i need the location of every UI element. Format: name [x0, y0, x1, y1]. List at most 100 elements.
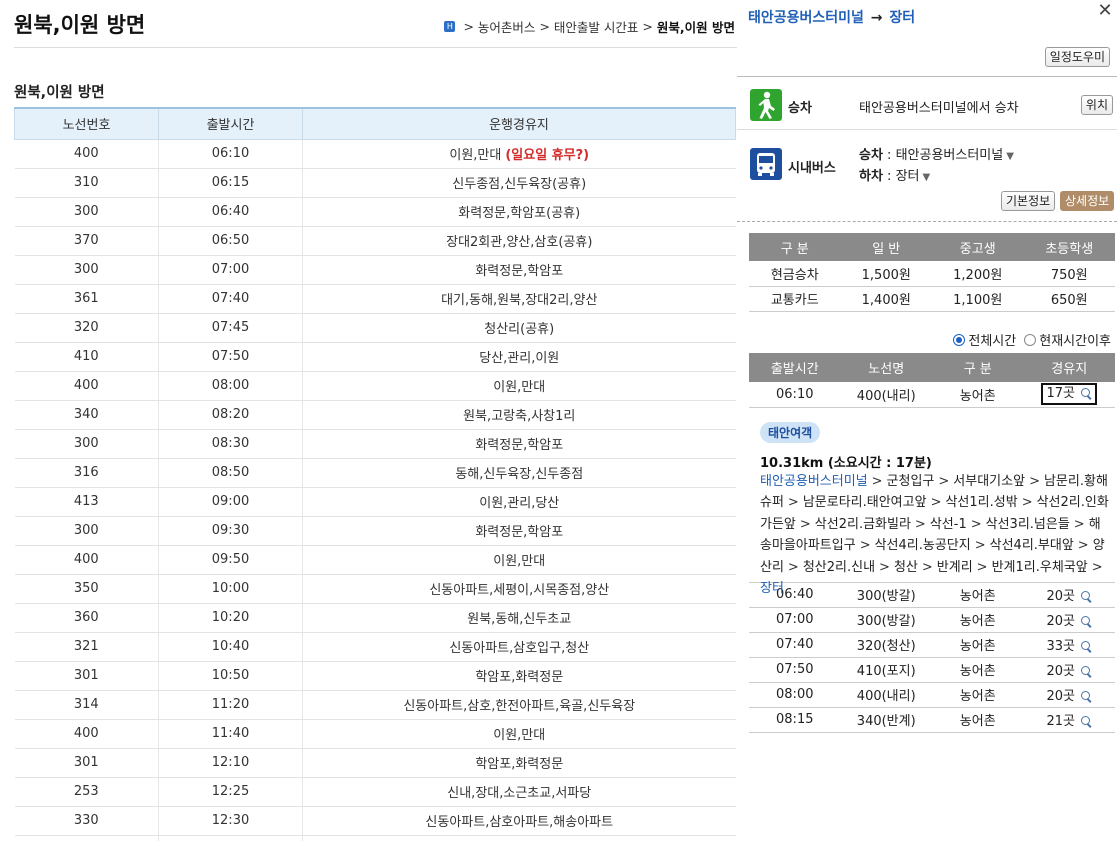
route-number: 301: [14, 748, 159, 778]
departure-time: 08:00: [749, 682, 841, 708]
via-stops: [302, 835, 736, 841]
magnifier-icon[interactable]: [1081, 716, 1092, 727]
column-header: 구 분: [749, 233, 841, 261]
route-number: 370: [14, 226, 159, 256]
breadcrumb-item[interactable]: 농어촌버스: [478, 17, 536, 36]
fare-table: 구 분 일 반 중고생 초등학생 현금승차 1,500원 1,200원 750원…: [749, 233, 1115, 312]
fare-cell: 1,100원: [932, 286, 1024, 312]
departure-row[interactable]: 08:00 400(내리) 농어촌 20곳: [749, 682, 1115, 708]
table-row: 321 10:40 신동아파트,삼호입구,청산: [14, 632, 736, 662]
location-button[interactable]: 위치: [1080, 95, 1113, 115]
magnifier-icon[interactable]: [1081, 591, 1092, 602]
magnifier-icon[interactable]: [1081, 388, 1092, 399]
via-text: 당산,관리,이원: [479, 351, 560, 366]
route-number: 413: [14, 487, 159, 517]
departure-time: 11:40: [158, 719, 303, 749]
dropdown-triangle-icon[interactable]: ▼: [923, 172, 931, 183]
fare-row: 현금승차 1,500원 1,200원 750원: [749, 261, 1115, 287]
table-row: 314 11:20 신동아파트,삼호,한전아파트,육골,신두육장: [14, 690, 736, 720]
magnifier-icon[interactable]: [1081, 691, 1092, 702]
departure-time: 08:20: [158, 400, 303, 430]
operator-badge: 태안여객: [760, 421, 821, 443]
stops-toggle[interactable]: 17곳: [1041, 383, 1097, 406]
route-number: 310: [14, 168, 159, 198]
via-stops: 화력정문,학암포(공휴): [302, 197, 736, 227]
via-stops: 원북,고랑축,사창1리: [302, 400, 736, 430]
board-stop-select[interactable]: 태안공용버스터미널: [896, 148, 1004, 163]
detail-info-button[interactable]: 상세정보: [1060, 191, 1115, 211]
departure-row[interactable]: 07:50 410(포지) 농어촌 20곳: [749, 657, 1115, 683]
table-header-row: 노선번호 출발시간 운행경유지: [14, 107, 736, 140]
departure-row[interactable]: 07:40 320(청산) 농어촌 33곳: [749, 632, 1115, 658]
home-icon[interactable]: H: [444, 21, 456, 32]
path-stop: 청산2리.신내: [802, 559, 876, 575]
schedule-table: 노선번호 출발시간 운행경유지 400 06:10 이원,만대 (일요일 휴무?) 31…: [14, 107, 736, 841]
route-number: 400: [14, 719, 159, 749]
departure-time: 10:50: [158, 661, 303, 691]
path-stop: 서부대기소앞: [953, 473, 1026, 489]
departure-time: 10:20: [158, 603, 303, 633]
alight-stop-select[interactable]: 장터: [896, 169, 920, 184]
path-stop: 삭선-1: [929, 516, 967, 532]
radio-unselected-icon[interactable]: [1024, 333, 1037, 346]
departure-time: 12:25: [158, 777, 303, 807]
route-name: 400(내리): [840, 382, 932, 408]
route-number: 330: [14, 806, 159, 836]
route-number: 361: [14, 284, 159, 314]
radio-all-times[interactable]: 전체시간: [953, 330, 1016, 349]
via-text: 청산리(공휴): [484, 322, 555, 337]
magnifier-icon[interactable]: [1081, 616, 1092, 627]
departure-table: 출발시간 노선명 구 분 경유지 06:10 400(내리) 농어촌 17곳 태…: [749, 353, 1115, 733]
chevron-right-icon: >: [1029, 473, 1040, 489]
basic-info-button[interactable]: 기본정보: [1001, 191, 1056, 211]
departure-time: 12:10: [158, 748, 303, 778]
radio-selected-icon[interactable]: [953, 333, 966, 346]
via-stops: 동해,신두육장,신두종점: [302, 458, 736, 488]
via-text: 원북,고랑축,사창1리: [463, 409, 576, 424]
route-number: 410: [14, 342, 159, 372]
route-popup: 태안공용버스터미널 → 장터 ✕ 일정도우미 승차 태안공용버스터미널에서 승차…: [737, 0, 1117, 841]
route-name: 340(반계): [840, 707, 932, 733]
table-row: 300 09:30 화력정문,학암포: [14, 516, 736, 546]
departure-row[interactable]: 06:10 400(내리) 농어촌 17곳: [749, 382, 1115, 408]
departure-time: 06:40: [158, 197, 303, 227]
table-row: 340 08:20 원북,고랑축,사창1리: [14, 400, 736, 430]
chevron-right-icon: >: [871, 473, 883, 489]
route-number: 300: [14, 429, 159, 459]
path-stop: 반계리: [936, 559, 973, 575]
departure-row[interactable]: 07:00 300(방갈) 농어촌 20곳: [749, 607, 1115, 633]
departure-time: 10:40: [158, 632, 303, 662]
schedule-helper-button[interactable]: 일정도우미: [1044, 47, 1110, 67]
via-stops: 원북,동해,신두초교: [302, 603, 736, 633]
radio-after-now[interactable]: 현재시간이후: [1024, 330, 1111, 349]
table-row: 300 06:40 화력정문,학암포(공휴): [14, 197, 736, 227]
path-start-stop[interactable]: 태안공용버스터미널: [760, 474, 868, 489]
fare-cell: 1,400원: [840, 286, 932, 312]
chevron-right-icon: >: [642, 19, 653, 34]
via-stops: 신동아파트,삼호,한전아파트,육골,신두육장: [302, 690, 736, 720]
stops-cell: 20곳: [1023, 682, 1115, 708]
table-row: 301 12:10 학암포,화력정문: [14, 748, 736, 778]
fare-cell: 650원: [1023, 286, 1115, 312]
magnifier-icon[interactable]: [1081, 666, 1092, 677]
table-row: 301 10:50 학암포,화력정문: [14, 661, 736, 691]
fare-row: 교통카드 1,400원 1,100원 650원: [749, 286, 1115, 312]
dropdown-triangle-icon[interactable]: ▼: [1006, 151, 1014, 162]
chevron-right-icon: >: [787, 559, 799, 575]
via-text: 대기,동해,원북,장대2리,양산: [441, 293, 598, 308]
fare-cell: 1,500원: [840, 261, 932, 287]
via-stops: 당산,관리,이원: [302, 342, 736, 372]
departure-time: 07:40: [158, 284, 303, 314]
path-end-stop[interactable]: 장터: [760, 581, 784, 596]
breadcrumb-item[interactable]: 태안출발 시간표: [554, 17, 638, 36]
departure-row[interactable]: 08:15 340(반계) 농어촌 21곳: [749, 707, 1115, 733]
route-name: 400(내리): [840, 682, 932, 708]
chevron-right-icon: >: [879, 559, 890, 575]
table-row: 320 07:45 청산리(공휴): [14, 313, 736, 343]
column-header: 노선번호: [14, 107, 159, 140]
route-detail-row: 태안여객 10.31km (소요시간 : 17분) 태안공용버스터미널 > 군청입구…: [749, 407, 1115, 596]
path-stop: 삭선3리.넘은들: [985, 516, 1070, 532]
magnifier-icon[interactable]: [1081, 641, 1092, 652]
via-text: 신두종점,신두육장(공휴): [452, 177, 587, 192]
close-icon[interactable]: ✕: [1097, 2, 1113, 20]
